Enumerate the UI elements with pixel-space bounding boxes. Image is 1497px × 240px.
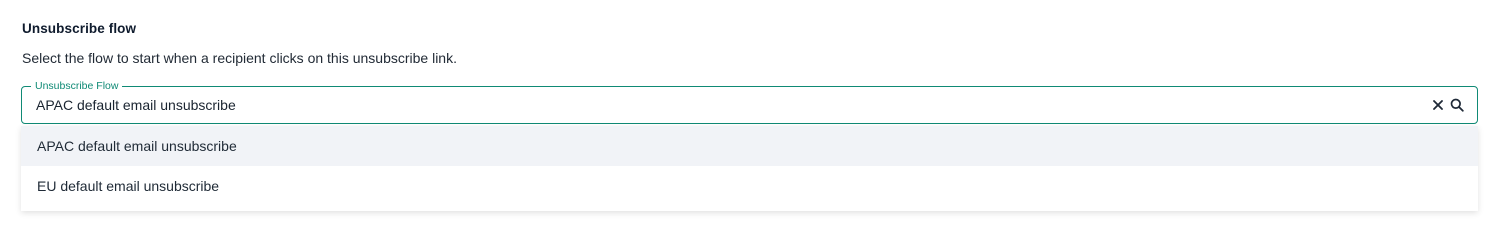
search-icon[interactable] xyxy=(1449,97,1465,113)
section-title: Unsubscribe flow xyxy=(22,21,137,36)
section-description: Select the flow to start when a recipien… xyxy=(22,50,457,66)
dropdown-option-apac[interactable]: APAC default email unsubscribe xyxy=(21,126,1478,166)
field-label: Unsubscribe Flow xyxy=(31,79,123,93)
dropdown-option-eu[interactable]: EU default email unsubscribe xyxy=(21,166,1478,206)
close-icon[interactable] xyxy=(1430,97,1446,113)
flow-options-dropdown: APAC default email unsubscribe EU defaul… xyxy=(21,126,1478,211)
unsubscribe-flow-input[interactable] xyxy=(36,97,1416,113)
unsubscribe-flow-field[interactable]: Unsubscribe Flow xyxy=(21,79,1478,124)
unsubscribe-flow-section: Unsubscribe flow Select the flow to star… xyxy=(0,0,1497,211)
